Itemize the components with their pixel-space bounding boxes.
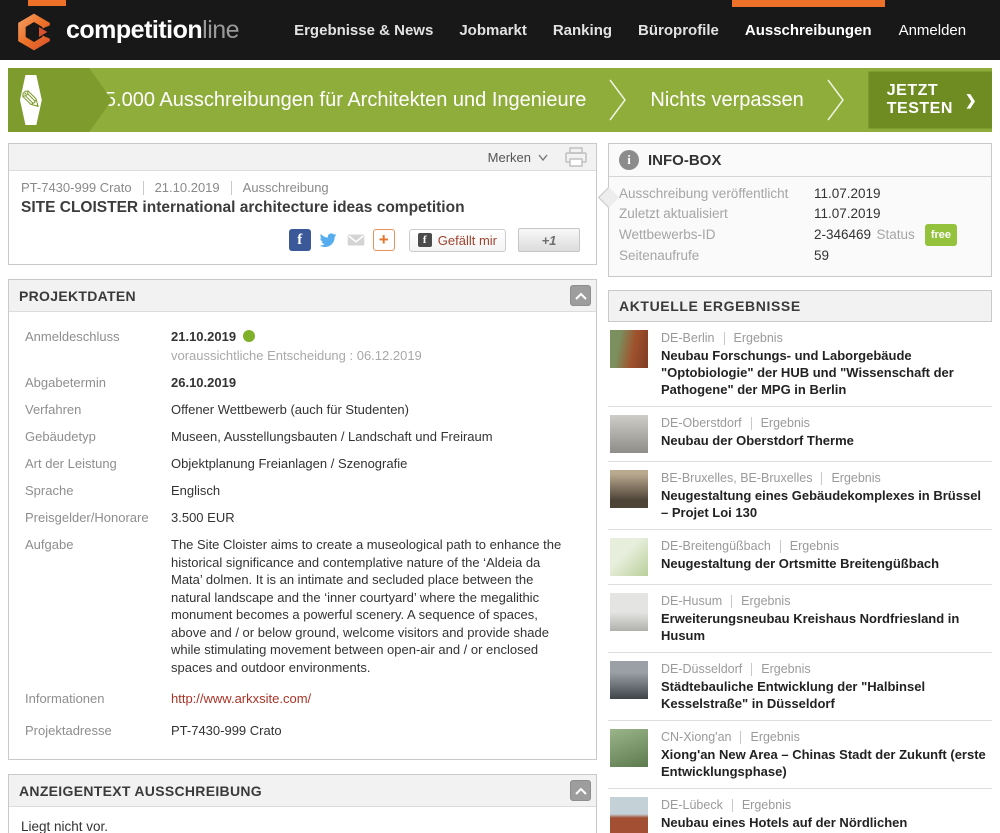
top-navigation-bar: competitionline Ergebnisse & News Jobmar…: [0, 0, 1000, 60]
ergebnis-item[interactable]: DE-LübeckErgebnis Neubau eines Hotels au…: [608, 789, 992, 833]
merken-button[interactable]: Merken: [488, 150, 548, 165]
infobox-row-veroeffentlicht: Ausschreibung veröffentlicht 11.07.2019: [619, 184, 981, 204]
email-share-icon[interactable]: [345, 229, 367, 251]
logo[interactable]: competitionline: [14, 7, 239, 53]
aktuelle-ergebnisse-header: AKTUELLE ERGEBNISSE: [608, 290, 992, 322]
main-nav: Ergebnisse & News Jobmarkt Ranking Bürop…: [281, 0, 884, 60]
result-thumbnail: [610, 330, 648, 368]
printer-icon: [564, 147, 588, 167]
info-box-header: i INFO-BOX: [609, 144, 991, 177]
result-thumbnail: [610, 593, 648, 631]
result-thumbnail: [610, 470, 648, 508]
row-aufgabe: Aufgabe The Site Cloister aims to create…: [25, 536, 580, 676]
decision-date-note: voraussichtliche Entscheidung : 06.12.20…: [171, 347, 422, 365]
facebook-like-button[interactable]: f Gefällt mir: [409, 229, 506, 252]
chevron-down-icon: [538, 154, 548, 161]
promo-banner[interactable]: ✎ 25.000 Ausschreibungen für Architekten…: [8, 68, 992, 132]
info-icon: i: [619, 150, 639, 170]
row-abgabetermin: Abgabetermin 26.10.2019: [25, 374, 580, 392]
twitter-share-icon[interactable]: [317, 229, 339, 251]
banner-separator-icon: [826, 78, 846, 122]
ergebnis-item[interactable]: DE-OberstdorfErgebnis Neubau der Oberstd…: [608, 407, 992, 462]
info-box: i INFO-BOX Ausschreibung veröffentlicht …: [608, 143, 992, 277]
jetzt-testen-button[interactable]: JETZT TESTEN❯: [868, 71, 992, 129]
ergebnis-item[interactable]: CN-Xiong'anErgebnis Xiong'an New Area – …: [608, 721, 992, 789]
nav-ergebnisse-news[interactable]: Ergebnisse & News: [281, 0, 446, 60]
row-art-der-leistung: Art der Leistung Objektplanung Freianlag…: [25, 455, 580, 473]
anzeigentext-content: Liegt nicht vor.: [9, 807, 596, 833]
anzeigentext-section: ANZEIGENTEXT AUSSCHREIBUNG Liegt nicht v…: [8, 774, 597, 833]
facebook-icon: f: [418, 233, 432, 247]
row-anmeldeschluss: Anmeldeschluss 21.10.2019 voraussichtlic…: [25, 328, 580, 365]
banner-text-1: 25.000 Ausschreibungen für Architekten u…: [94, 89, 587, 112]
ergebnisse-list: DE-BerlinErgebnis Neubau Forschungs- und…: [608, 322, 992, 833]
infobox-row-wettbewerbs-id: Wettbewerbs-ID 2-346469 Status free: [619, 224, 981, 246]
collapse-button[interactable]: [570, 780, 591, 801]
result-thumbnail: [610, 415, 648, 453]
row-informationen: Informationen http://www.arkxsite.com/: [25, 690, 580, 708]
nav-jobmarkt[interactable]: Jobmarkt: [446, 0, 540, 60]
social-share-row: f + f Gefällt mir +1: [21, 228, 584, 252]
more-share-icon[interactable]: +: [373, 229, 395, 251]
nav-bueroprofile[interactable]: Büroprofile: [625, 0, 732, 60]
result-thumbnail: [610, 538, 648, 576]
result-thumbnail: [610, 797, 648, 833]
result-thumbnail: [610, 729, 648, 767]
anzeigentext-header: ANZEIGENTEXT AUSSCHREIBUNG: [9, 775, 596, 807]
row-sprache: Sprache Englisch: [25, 482, 580, 500]
infobox-row-aktualisiert: Zuletzt aktualisiert 11.07.2019: [619, 204, 981, 224]
ergebnis-item[interactable]: DE-BerlinErgebnis Neubau Forschungs- und…: [608, 322, 992, 407]
logo-top-stripe: [28, 0, 66, 6]
ergebnis-item[interactable]: DE-BreitengüßbachErgebnis Neugestaltung …: [608, 530, 992, 585]
ergebnis-item[interactable]: DE-DüsseldorfErgebnis Städtebauliche Ent…: [608, 653, 992, 721]
infobox-row-seitenaufrufe: Seitenaufrufe 59: [619, 246, 981, 266]
article-toolbar: Merken: [9, 144, 596, 171]
banner-separator-icon: [608, 78, 628, 122]
status-badge: free: [925, 224, 957, 246]
deadline-status-dot: [243, 330, 255, 342]
chevron-right-icon: ❯: [965, 92, 977, 109]
google-plusone-button[interactable]: +1: [518, 228, 580, 252]
projektdaten-section: PROJEKTDATEN Anmeldeschluss 21.10.2019 v…: [8, 279, 597, 760]
brand-name: competitionline: [66, 16, 239, 45]
competitionline-logo-icon: [14, 11, 54, 53]
breadcrumb: PT-7430-999 Crato 21.10.2019 Ausschreibu…: [21, 180, 584, 195]
result-thumbnail: [610, 661, 648, 699]
row-projektadresse: Projektadresse PT-7430-999 Crato: [25, 722, 580, 740]
banner-text-2: Nichts verpassen: [650, 89, 803, 112]
page-title: SITE CLOISTER international architecture…: [21, 199, 584, 217]
ergebnis-item[interactable]: DE-HusumErgebnis Erweiterungsneubau Krei…: [608, 585, 992, 653]
facebook-share-icon[interactable]: f: [289, 229, 311, 251]
login-link[interactable]: Anmelden: [885, 22, 981, 39]
article-card: Merken PT-7430-999 Crato 21.10.2019 Auss…: [8, 143, 597, 265]
chevron-up-icon: [575, 787, 587, 795]
row-verfahren: Verfahren Offener Wettbewerb (auch für S…: [25, 401, 580, 419]
project-website-link[interactable]: http://www.arkxsite.com/: [171, 691, 311, 706]
row-preisgelder: Preisgelder/Honorare 3.500 EUR: [25, 509, 580, 527]
print-button[interactable]: [564, 147, 588, 167]
chevron-up-icon: [575, 292, 587, 300]
row-gebaeudetyp: Gebäudetyp Museen, Ausstellungsbauten / …: [25, 428, 580, 446]
projektdaten-header: PROJEKTDATEN: [9, 280, 596, 312]
ergebnis-item[interactable]: BE-Bruxelles, BE-BruxellesErgebnis Neuge…: [608, 462, 992, 530]
collapse-button[interactable]: [570, 285, 591, 306]
nav-ausschreibungen[interactable]: Ausschreibungen: [732, 0, 885, 60]
status-label: Status: [877, 225, 915, 245]
nav-ranking[interactable]: Ranking: [540, 0, 625, 60]
